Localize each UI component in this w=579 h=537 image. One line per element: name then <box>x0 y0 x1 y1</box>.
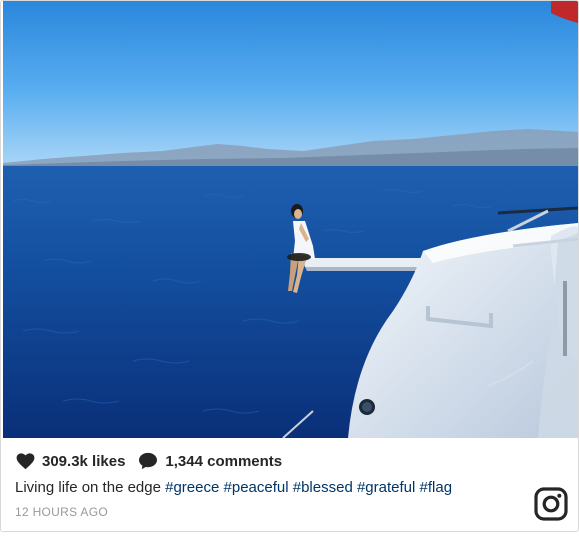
hashtag-link[interactable]: #blessed <box>293 479 353 496</box>
heart-icon <box>15 451 35 471</box>
instagram-logo-icon[interactable] <box>534 487 568 521</box>
post-caption: Living life on the edge #greece #peacefu… <box>15 479 452 496</box>
comment-bubble-icon <box>138 451 158 471</box>
post-timestamp: 12 HOURS AGO <box>15 505 108 519</box>
hashtag-link[interactable]: #flag <box>420 479 453 496</box>
comments-count: 1,344 comments <box>165 452 283 470</box>
likes-count: 309.3k likes <box>42 452 126 470</box>
hashtag-link[interactable]: #peaceful <box>224 479 289 496</box>
post-actions: 309.3k likes 1,344 comments <box>15 450 282 472</box>
like-button[interactable]: 309.3k likes <box>15 451 125 471</box>
hashtag-link[interactable]: #grateful <box>357 479 415 496</box>
hashtag-link[interactable]: #greece <box>165 479 219 496</box>
instagram-post-card: 309.3k likes 1,344 comments Living life … <box>0 0 579 532</box>
post-photo-image <box>3 1 578 438</box>
comments-button[interactable]: 1,344 comments <box>138 451 282 471</box>
post-photo[interactable] <box>3 1 578 438</box>
caption-text: Living life on the edge <box>15 479 161 496</box>
